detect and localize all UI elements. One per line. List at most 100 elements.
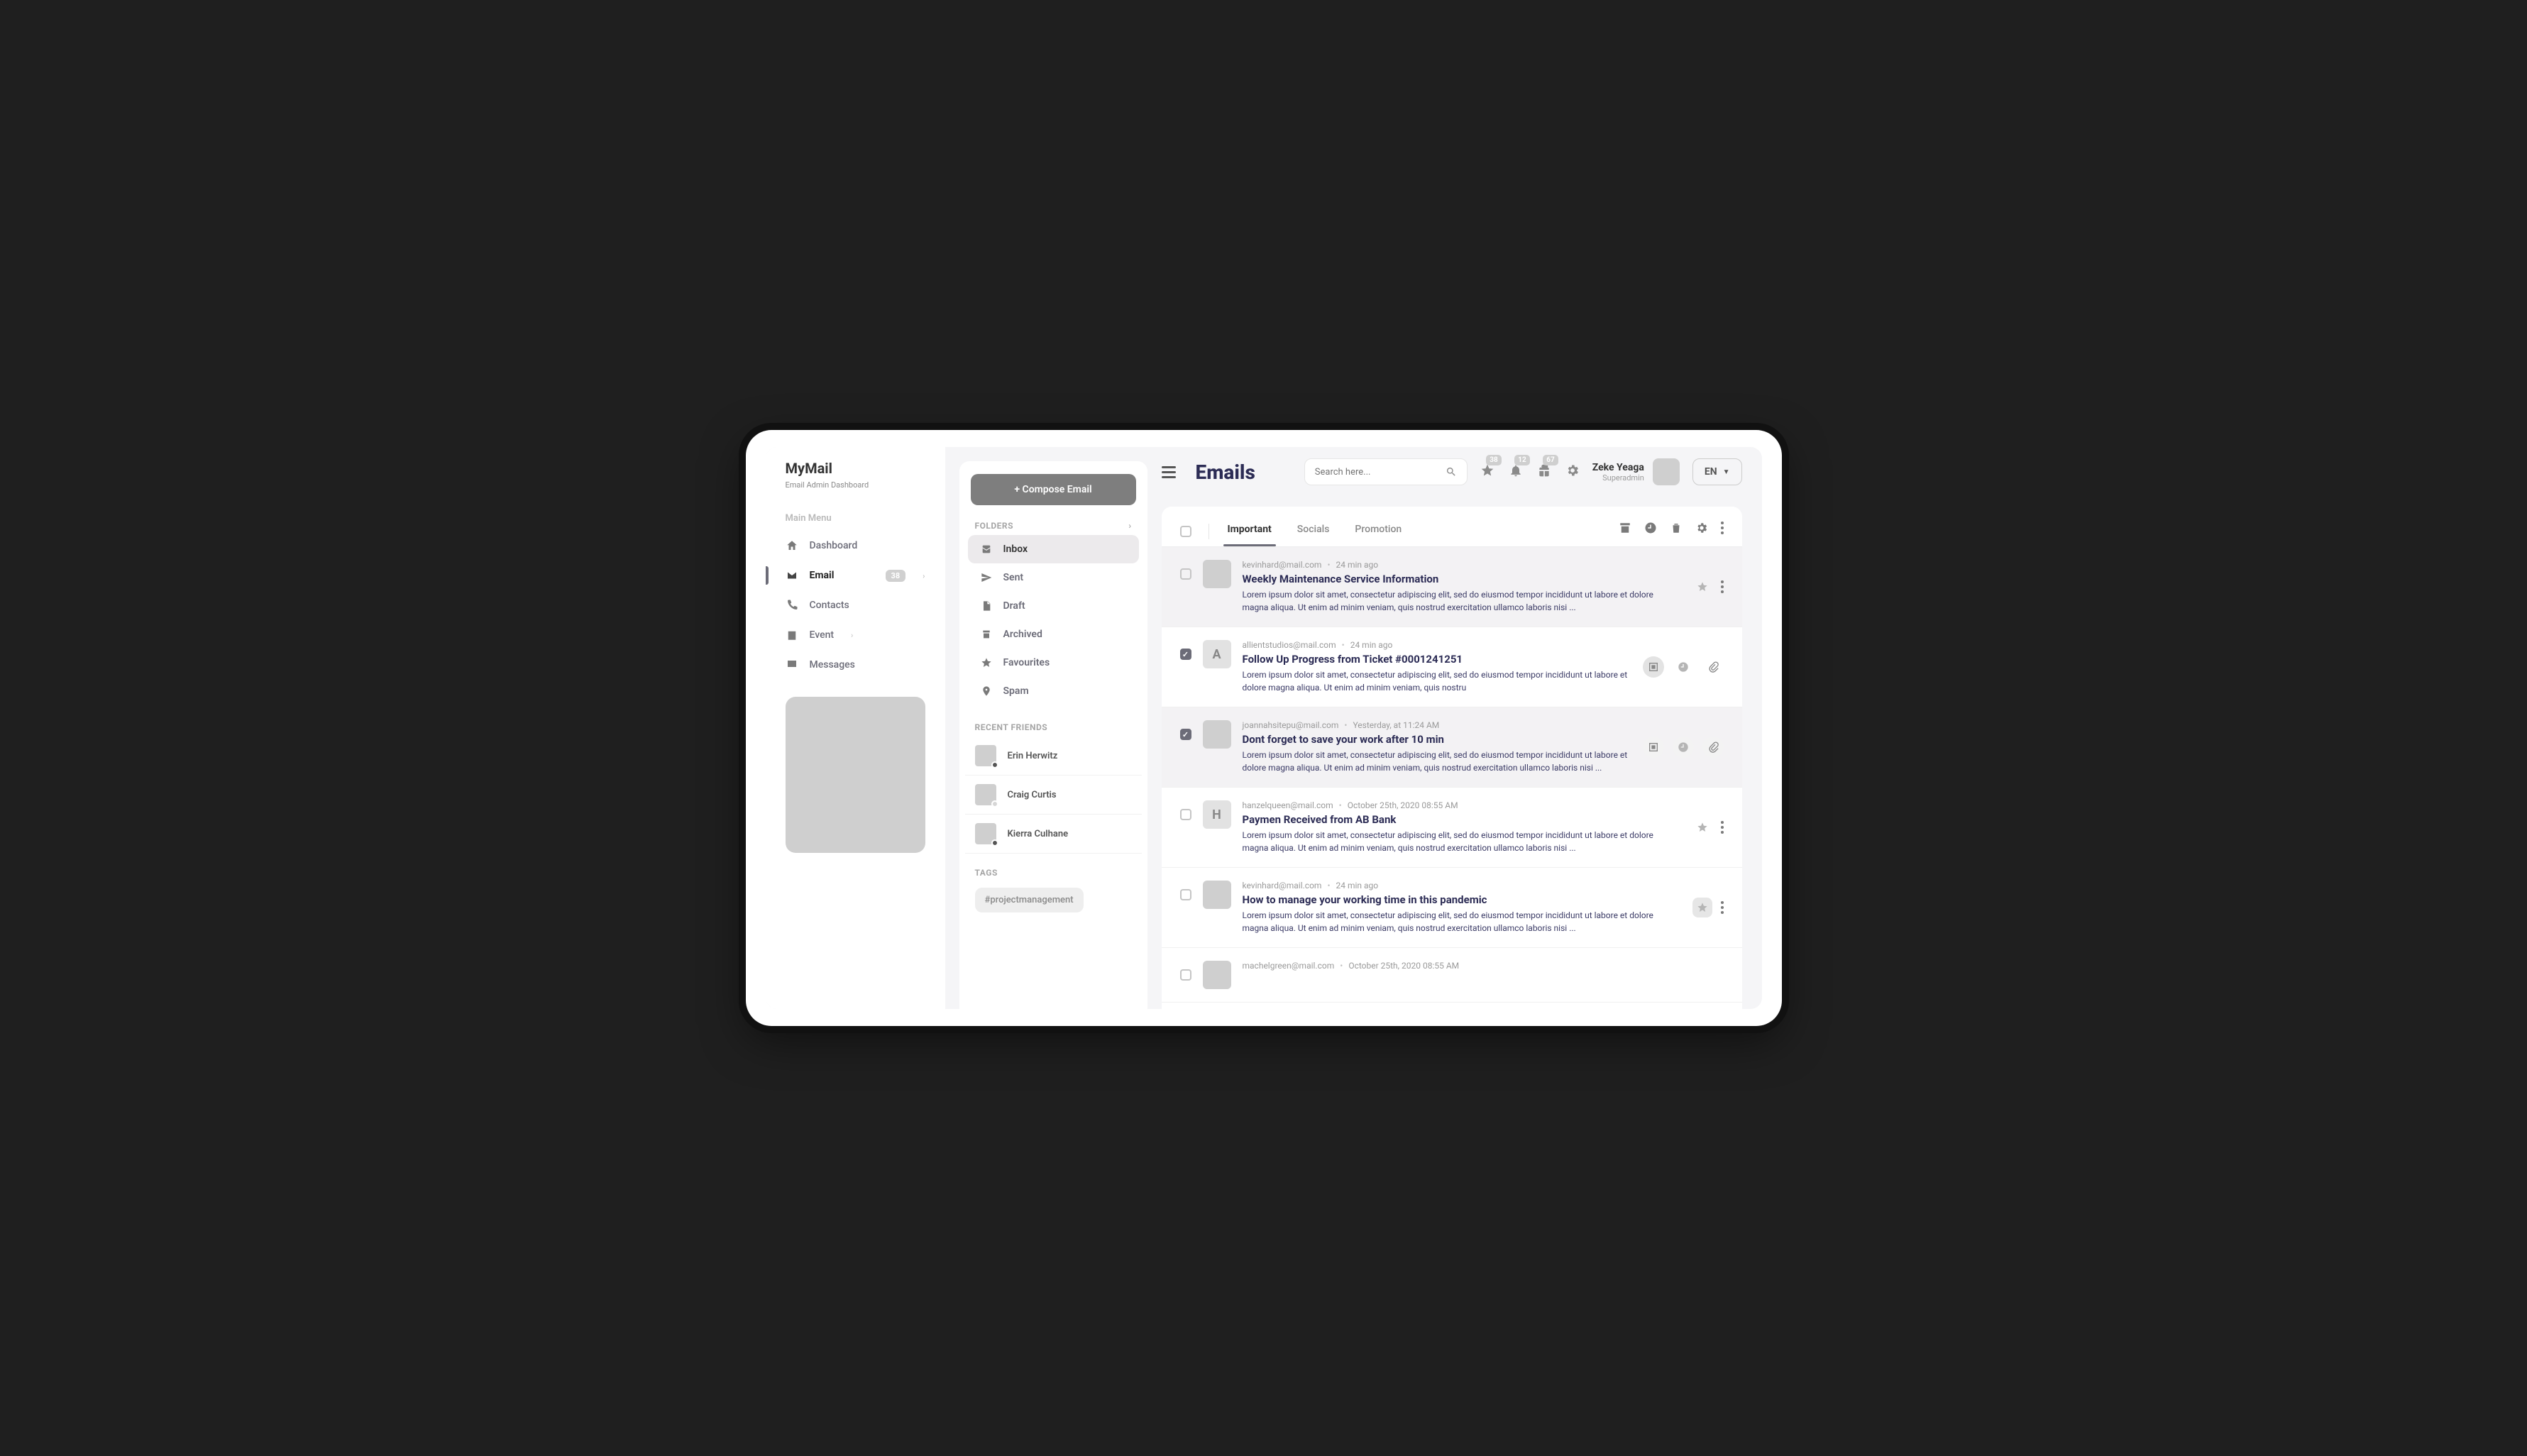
- more-icon[interactable]: [1721, 522, 1724, 534]
- sidebar-item-email[interactable]: Email38›: [766, 561, 945, 590]
- nav-icon: [786, 599, 798, 612]
- sender-email: allientstudios@mail.com: [1243, 640, 1336, 650]
- folder-spam[interactable]: Spam: [968, 677, 1139, 705]
- email-time: 24 min ago: [1336, 881, 1379, 890]
- nav-icon: [786, 539, 798, 552]
- friend-name: Erin Herwitz: [1008, 751, 1058, 761]
- clock-icon[interactable]: [1644, 522, 1657, 534]
- topbar-star-icon[interactable]: 38: [1480, 463, 1494, 480]
- sender-avatar: H: [1203, 800, 1231, 829]
- star-button[interactable]: [1692, 898, 1712, 917]
- more-icon[interactable]: [1721, 821, 1724, 834]
- email-checkbox[interactable]: [1180, 969, 1191, 981]
- email-row[interactable]: Aallientstudios@mail.com•24 min agoFollo…: [1162, 627, 1742, 707]
- nav-label: Email: [810, 570, 835, 581]
- tab-important[interactable]: Important: [1215, 517, 1284, 546]
- friend-item[interactable]: Erin Herwitz: [965, 737, 1142, 776]
- attachment-icon[interactable]: [1702, 737, 1724, 758]
- folder-icon: [981, 657, 992, 668]
- topbar-bell-icon[interactable]: 12: [1509, 463, 1523, 480]
- menu-toggle-icon[interactable]: [1162, 466, 1176, 478]
- sender-email: joannahsitepu@mail.com: [1243, 720, 1339, 730]
- language-selector[interactable]: EN ▼: [1692, 458, 1742, 485]
- nav-label: Event: [810, 629, 835, 641]
- brand: MyMail Email Admin Dashboard: [766, 460, 945, 503]
- nav-icon: [786, 569, 798, 582]
- email-actions: [1643, 640, 1724, 694]
- nav-icon: [786, 658, 798, 671]
- email-row[interactable]: Hhanzelqueen@mail.com•October 25th, 2020…: [1162, 788, 1742, 868]
- email-row[interactable]: kevinhard@mail.com•24 min agoWeekly Main…: [1162, 547, 1742, 627]
- folders-chevron-icon[interactable]: ›: [1128, 521, 1131, 531]
- email-row[interactable]: machelgreen@mail.com•October 25th, 2020 …: [1162, 948, 1742, 1003]
- friend-name: Kierra Culhane: [1008, 829, 1069, 839]
- friend-name: Craig Curtis: [1008, 790, 1057, 800]
- email-checkbox[interactable]: [1180, 809, 1191, 820]
- folder-icon: [981, 544, 992, 555]
- email-actions: [1643, 720, 1724, 774]
- search-input[interactable]: [1315, 467, 1446, 478]
- email-row[interactable]: joannahsitepu@mail.com•Yesterday, at 11:…: [1162, 707, 1742, 788]
- topbar-settings-icon[interactable]: [1565, 463, 1580, 480]
- avatar: [1653, 458, 1680, 485]
- search-box[interactable]: [1304, 458, 1468, 485]
- trash-icon[interactable]: [1670, 522, 1683, 534]
- tab-socials[interactable]: Socials: [1284, 517, 1343, 546]
- email-row[interactable]: kevinhard@mail.com•24 min agoHow to mana…: [1162, 868, 1742, 948]
- chevron-right-icon: ›: [923, 571, 925, 580]
- archive-icon[interactable]: [1619, 522, 1631, 534]
- chevron-right-icon: ›: [851, 631, 853, 640]
- sidebar-item-messages[interactable]: Messages: [766, 650, 945, 680]
- gear-icon[interactable]: [1695, 522, 1708, 534]
- compose-button[interactable]: + Compose Email: [971, 474, 1136, 505]
- user-role: Superadmin: [1592, 473, 1644, 482]
- archive-icon[interactable]: [1643, 737, 1664, 758]
- folder-favourites[interactable]: Favourites: [968, 649, 1139, 677]
- archive-icon[interactable]: [1643, 656, 1664, 678]
- sidebar: MyMail Email Admin Dashboard Main Menu D…: [766, 447, 945, 1009]
- nav-icon: [786, 629, 798, 641]
- email-checkbox[interactable]: [1180, 649, 1191, 660]
- folder-label: Favourites: [1003, 657, 1050, 668]
- email-checkbox[interactable]: [1180, 729, 1191, 740]
- status-dot: [991, 839, 998, 846]
- tab-promotion[interactable]: Promotion: [1342, 517, 1414, 546]
- folder-archived[interactable]: Archived: [968, 620, 1139, 649]
- select-all-checkbox[interactable]: [1180, 526, 1191, 537]
- snooze-icon[interactable]: [1673, 656, 1694, 678]
- folder-draft[interactable]: Draft: [968, 592, 1139, 620]
- email-time: 24 min ago: [1350, 640, 1393, 650]
- tabs-row: ImportantSocialsPromotion: [1162, 507, 1742, 547]
- email-time: October 25th, 2020 08:55 AM: [1348, 961, 1459, 971]
- email-preview: Lorem ipsum dolor sit amet, consectetur …: [1243, 749, 1631, 774]
- user-block[interactable]: Zeke Yeaga Superadmin: [1592, 458, 1680, 485]
- nav-label: Contacts: [810, 600, 849, 611]
- email-checkbox[interactable]: [1180, 568, 1191, 580]
- star-button[interactable]: [1692, 817, 1712, 837]
- brand-tagline: Email Admin Dashboard: [786, 480, 869, 490]
- sender-email: kevinhard@mail.com: [1243, 560, 1322, 570]
- friend-item[interactable]: Craig Curtis: [965, 776, 1142, 815]
- attachment-icon[interactable]: [1702, 656, 1724, 678]
- sidebar-item-dashboard[interactable]: Dashboard: [766, 531, 945, 561]
- email-checkbox[interactable]: [1180, 889, 1191, 900]
- folder-label: Spam: [1003, 685, 1029, 697]
- tag-chip[interactable]: #projectmanagement: [975, 888, 1084, 912]
- topbar-gift-icon[interactable]: 67: [1537, 463, 1551, 480]
- sender-email: kevinhard@mail.com: [1243, 881, 1322, 890]
- friend-avatar: [975, 784, 996, 805]
- star-button[interactable]: [1692, 577, 1712, 597]
- bell-badge: 12: [1514, 455, 1529, 465]
- folder-sent[interactable]: Sent: [968, 563, 1139, 592]
- sender-email: hanzelqueen@mail.com: [1243, 800, 1333, 810]
- sidebar-item-event[interactable]: Event ›: [766, 620, 945, 650]
- friend-avatar: [975, 823, 996, 844]
- friend-avatar: [975, 745, 996, 766]
- folder-inbox[interactable]: Inbox: [968, 535, 1139, 563]
- friend-item[interactable]: Kierra Culhane: [965, 815, 1142, 854]
- more-icon[interactable]: [1721, 580, 1724, 593]
- snooze-icon[interactable]: [1673, 737, 1694, 758]
- email-subject: Follow Up Progress from Ticket #00012412…: [1243, 653, 1631, 666]
- sidebar-item-contacts[interactable]: Contacts: [766, 590, 945, 620]
- more-icon[interactable]: [1721, 901, 1724, 914]
